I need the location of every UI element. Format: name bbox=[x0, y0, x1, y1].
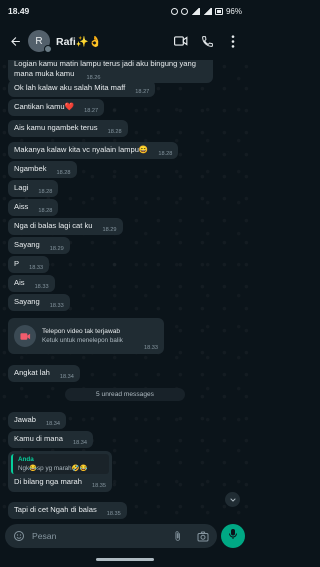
chat-header: R Rafi✨👌 bbox=[0, 22, 250, 60]
missed-call-bubble[interactable]: Telepon video tak terjawab Ketuk untuk m… bbox=[8, 318, 164, 354]
message-time: 18.35 bbox=[106, 511, 121, 517]
status-time: 18.49 bbox=[8, 6, 30, 16]
message-time: 18.35 bbox=[91, 483, 106, 489]
quote-text: Ngk😂sp yg marah🤣😂 bbox=[18, 465, 88, 472]
message-text: Di bilang nga marah bbox=[14, 477, 82, 486]
message-text: Sayang bbox=[14, 297, 40, 306]
mic-button[interactable] bbox=[221, 524, 245, 548]
status-bar: 18.49 96% bbox=[0, 0, 250, 22]
missed-video-call-icon bbox=[14, 325, 36, 347]
wifi-icon bbox=[190, 7, 200, 15]
message-bubble[interactable]: Ngambek 18.28 bbox=[8, 161, 77, 178]
message-time: 18.33 bbox=[49, 303, 64, 309]
sticker-icon[interactable] bbox=[13, 530, 25, 542]
message-time: 18.28 bbox=[107, 129, 122, 135]
reply-message-bubble[interactable]: Anda Ngk😂sp yg marah🤣😂 Di bilang nga mar… bbox=[8, 451, 112, 492]
back-arrow-icon[interactable] bbox=[6, 32, 24, 50]
message-text: Sayang bbox=[14, 240, 40, 249]
call-title: Telepon video tak terjawab bbox=[42, 328, 121, 335]
message-time: 18.27 bbox=[84, 108, 99, 114]
message-text: Aiss bbox=[14, 202, 29, 211]
message-text: Angkat lah bbox=[14, 368, 50, 377]
signal-icon bbox=[202, 7, 212, 15]
message-bubble[interactable]: Ok lah kalaw aku salah Mita maff 18.27 bbox=[8, 80, 156, 97]
message-bubble[interactable]: Makanya kalaw kita vc nyalain lampu😄 18.2… bbox=[8, 142, 179, 159]
message-time: 18.29 bbox=[49, 246, 64, 252]
message-text: Makanya kalaw kita vc nyalain lampu😄 bbox=[14, 145, 149, 154]
message-time: 18.28 bbox=[38, 189, 53, 195]
message-bubble[interactable]: Sayang 18.33 bbox=[8, 294, 70, 311]
mic-icon bbox=[228, 527, 238, 545]
message-text: Ais bbox=[14, 278, 25, 287]
message-time: 18.34 bbox=[59, 374, 74, 380]
avatar-badge bbox=[44, 45, 52, 53]
message-bubble[interactable]: Aiss 18.28 bbox=[8, 199, 59, 216]
system-nav-bar bbox=[0, 552, 250, 567]
status-icons: 96% bbox=[170, 6, 242, 16]
quoted-message[interactable]: Anda Ngk😂sp yg marah🤣😂 bbox=[11, 454, 109, 474]
message-bubble[interactable]: Tapi di cet Ngah di balas 18.35 bbox=[8, 502, 127, 519]
message-text: Ais kamu ngambek terus bbox=[14, 123, 98, 132]
message-text: Jawab bbox=[14, 415, 36, 424]
message-time: 18.34 bbox=[45, 421, 60, 427]
message-text: P bbox=[14, 259, 20, 268]
composer-bar bbox=[0, 522, 250, 550]
message-time: 18.27 bbox=[135, 89, 150, 95]
message-time: 18.29 bbox=[102, 227, 117, 233]
battery-icon bbox=[214, 7, 223, 15]
message-time: 18.28 bbox=[158, 151, 173, 157]
message-bubble[interactable]: Ais 18.33 bbox=[8, 275, 55, 292]
message-bubble[interactable]: Ais kamu ngambek terus 18.28 bbox=[8, 120, 128, 137]
message-time: 18.28 bbox=[56, 170, 71, 176]
message-text: Logian kamu matin lampu terus jadi aku b… bbox=[14, 60, 196, 78]
message-time: 18.28 bbox=[38, 208, 53, 214]
message-text: Tapi di cet Ngah di balas bbox=[14, 505, 97, 514]
message-bubble[interactable]: Cantikan kamu❤️ 18.27 bbox=[8, 99, 105, 116]
video-call-icon[interactable] bbox=[174, 34, 188, 48]
quote-author: Anda bbox=[18, 456, 34, 463]
message-text: Ngambek bbox=[14, 164, 47, 173]
message-text: Ok lah kalaw aku salah Mita maff bbox=[14, 83, 126, 92]
message-time: 18.34 bbox=[72, 440, 87, 446]
message-text: Nga di balas lagi cat ku bbox=[14, 221, 93, 230]
message-bubble[interactable]: Nga di balas lagi cat ku 18.29 bbox=[8, 218, 123, 235]
scroll-to-bottom-button[interactable] bbox=[225, 492, 240, 507]
message-time: 18.33 bbox=[34, 284, 49, 290]
composer-pill bbox=[5, 524, 217, 548]
message-bubble[interactable]: Angkat lah 18.34 bbox=[8, 365, 80, 382]
phone-icon[interactable] bbox=[200, 34, 214, 48]
message-text: Cantikan kamu❤️ bbox=[14, 102, 75, 111]
call-subtitle: Ketuk untuk menelepon balik bbox=[42, 337, 123, 344]
call-time: 18.33 bbox=[144, 345, 158, 351]
chat-area[interactable]: Logian kamu matin lampu terus jadi aku b… bbox=[0, 60, 250, 522]
avatar[interactable]: R bbox=[28, 30, 52, 53]
battery-level: 96% bbox=[225, 6, 242, 16]
unread-divider: 5 unread messages bbox=[65, 388, 185, 401]
message-bubble[interactable]: Lagi 18.28 bbox=[8, 180, 59, 197]
message-bubble[interactable]: Kamu di mana 18.34 bbox=[8, 431, 93, 448]
message-bubble[interactable]: Jawab 18.34 bbox=[8, 412, 66, 429]
more-vert-icon[interactable] bbox=[226, 34, 240, 48]
avatar-initial: R bbox=[35, 35, 43, 47]
dnd-icon bbox=[180, 7, 188, 15]
message-text: Kamu di mana bbox=[14, 434, 63, 443]
message-time: 18.33 bbox=[29, 265, 44, 271]
home-indicator[interactable] bbox=[96, 558, 154, 561]
alarm-icon bbox=[170, 7, 178, 15]
message-input[interactable] bbox=[32, 531, 171, 541]
contact-name[interactable]: Rafi✨👌 bbox=[56, 35, 174, 48]
message-text: Lagi bbox=[14, 183, 29, 192]
attach-icon[interactable] bbox=[171, 530, 183, 542]
message-bubble[interactable]: P 18.33 bbox=[8, 256, 50, 273]
chevron-down-icon bbox=[229, 491, 237, 509]
message-bubble[interactable]: Sayang 18.29 bbox=[8, 237, 70, 254]
camera-icon[interactable] bbox=[197, 530, 209, 542]
